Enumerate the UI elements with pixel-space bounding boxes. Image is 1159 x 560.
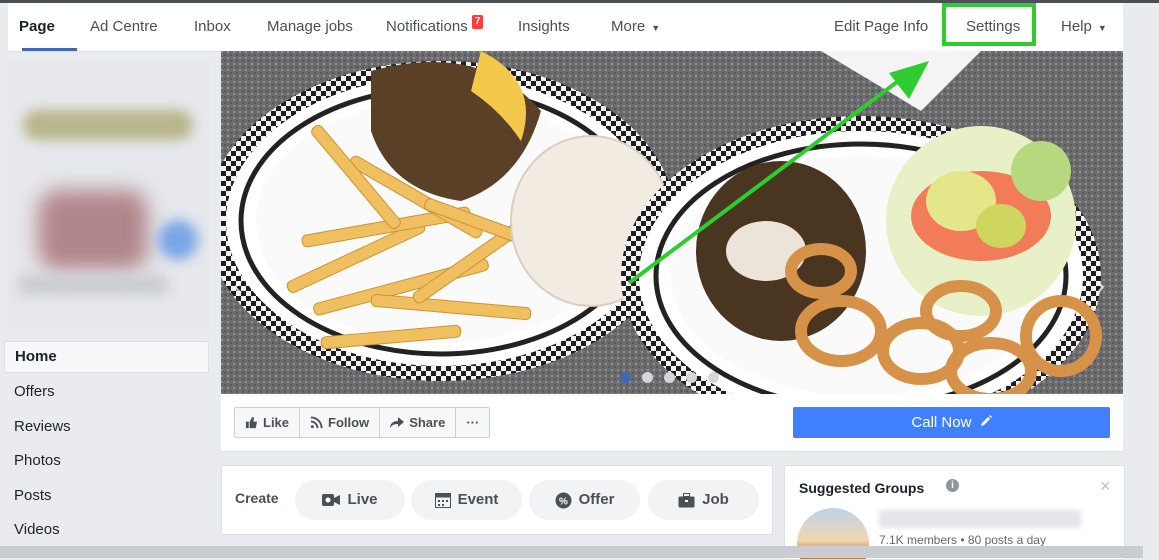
blurred-logo-part: [18, 275, 168, 295]
blurred-logo-part: [23, 110, 193, 140]
more-options-button[interactable]: ···: [456, 408, 489, 437]
share-arrow-icon: [390, 417, 405, 428]
rss-icon: [310, 416, 323, 429]
tab-more-label: More: [611, 18, 646, 35]
sidebar-item-home[interactable]: Home: [4, 341, 209, 373]
help-label: Help: [1061, 18, 1092, 35]
job-label: Job: [702, 491, 729, 508]
share-label: Share: [409, 415, 446, 430]
tab-inbox-label: Inbox: [194, 18, 231, 35]
info-icon[interactable]: i: [946, 479, 959, 492]
sidebar-item-offers[interactable]: Offers: [4, 376, 209, 411]
sidebar-item-videos[interactable]: Videos: [4, 514, 209, 549]
tab-inbox[interactable]: Inbox: [194, 3, 231, 51]
sidebar-item-label: Home: [15, 348, 57, 365]
follow-label: Follow: [328, 415, 370, 430]
live-label: Live: [347, 491, 378, 508]
chevron-right-icon[interactable]: ›: [1095, 271, 1105, 301]
calendar-icon: [434, 493, 451, 508]
call-now-label: Call Now: [911, 414, 972, 431]
share-button[interactable]: Share: [380, 408, 457, 437]
chevron-down-icon: ▼: [1097, 23, 1107, 33]
settings-highlight-box: [942, 3, 1036, 46]
like-button[interactable]: Like: [235, 408, 301, 437]
horizontal-scrollbar[interactable]: [0, 546, 1143, 558]
cover-photo[interactable]: ‹ ›: [221, 51, 1123, 394]
follow-button[interactable]: Follow: [300, 408, 381, 437]
active-tab-underline: [22, 48, 77, 51]
chevron-left-icon[interactable]: ‹: [233, 271, 243, 301]
carousel-dot[interactable]: [686, 372, 697, 383]
tab-insights[interactable]: Insights: [518, 3, 570, 51]
sidebar-item-label: Reviews: [14, 417, 71, 435]
edit-page-info-label: Edit Page Info: [834, 18, 929, 35]
ellipsis-icon: ···: [466, 415, 480, 430]
create-job-button[interactable]: Job: [648, 480, 759, 520]
svg-text:%: %: [559, 496, 568, 507]
tab-page[interactable]: Page: [19, 3, 77, 51]
sidebar-item-label: Videos: [14, 521, 60, 538]
create-label: Create: [235, 490, 279, 506]
page-action-buttons: Like Follow Share ···: [234, 407, 491, 438]
close-icon[interactable]: ×: [1100, 476, 1111, 497]
tab-insights-label: Insights: [518, 18, 570, 35]
video-camera-icon: [322, 494, 341, 506]
like-label: Like: [263, 415, 290, 430]
blurred-logo-part: [158, 220, 198, 260]
group-name-redacted[interactable]: [879, 510, 1081, 528]
tab-ad-centre[interactable]: Ad Centre: [90, 3, 158, 51]
tab-notifications[interactable]: Notifications 7: [386, 3, 484, 51]
page-action-bar: Like Follow Share ··· Call Now: [221, 394, 1123, 452]
carousel-dot[interactable]: [664, 372, 675, 383]
cover-photo-image: [221, 51, 1123, 394]
pencil-icon[interactable]: [980, 415, 992, 427]
tab-manage-jobs[interactable]: Manage jobs: [267, 3, 353, 51]
carousel-dot[interactable]: [642, 372, 653, 383]
sidebar-item-photos[interactable]: Photos: [4, 445, 209, 480]
suggested-groups-title: Suggested Groups: [799, 480, 925, 496]
group-meta: 7.1K members • 80 posts a day: [879, 533, 1046, 547]
help-menu[interactable]: Help ▼: [1061, 3, 1107, 51]
event-label: Event: [457, 491, 499, 508]
carousel-dot[interactable]: [708, 372, 719, 383]
profile-picture[interactable]: [8, 60, 209, 328]
page-sidebar-nav: Home Offers Reviews Photos Posts Videos: [4, 341, 209, 549]
edit-page-info-link[interactable]: Edit Page Info: [834, 3, 928, 51]
tab-more[interactable]: More ▼: [611, 3, 660, 51]
tab-notifications-label: Notifications: [386, 18, 468, 35]
offer-label: Offer: [578, 491, 615, 508]
sidebar-item-label: Offers: [14, 383, 55, 400]
create-offer-button[interactable]: % Offer: [529, 480, 640, 520]
create-post-card: Create Live Event % Offer Job: [221, 465, 773, 535]
chevron-down-icon: ▼: [651, 23, 661, 33]
create-event-button[interactable]: Event: [411, 480, 522, 520]
tab-manage-jobs-label: Manage jobs: [267, 18, 353, 35]
call-now-button[interactable]: Call Now: [793, 407, 1110, 438]
briefcase-icon: [678, 492, 695, 507]
tab-ad-centre-label: Ad Centre: [90, 18, 158, 35]
offer-tag-icon: %: [555, 492, 572, 508]
sidebar-item-posts[interactable]: Posts: [4, 480, 209, 515]
tab-page-label: Page: [19, 18, 55, 35]
carousel-dot[interactable]: [620, 372, 631, 383]
sidebar-item-label: Photos: [14, 452, 61, 469]
sidebar-item-reviews[interactable]: Reviews: [4, 411, 209, 446]
notifications-badge: 7: [471, 15, 484, 29]
blurred-logo-part: [38, 190, 148, 270]
create-live-button[interactable]: Live: [295, 480, 405, 520]
thumbs-up-icon: [245, 416, 258, 429]
sidebar-item-label: Posts: [14, 486, 52, 504]
